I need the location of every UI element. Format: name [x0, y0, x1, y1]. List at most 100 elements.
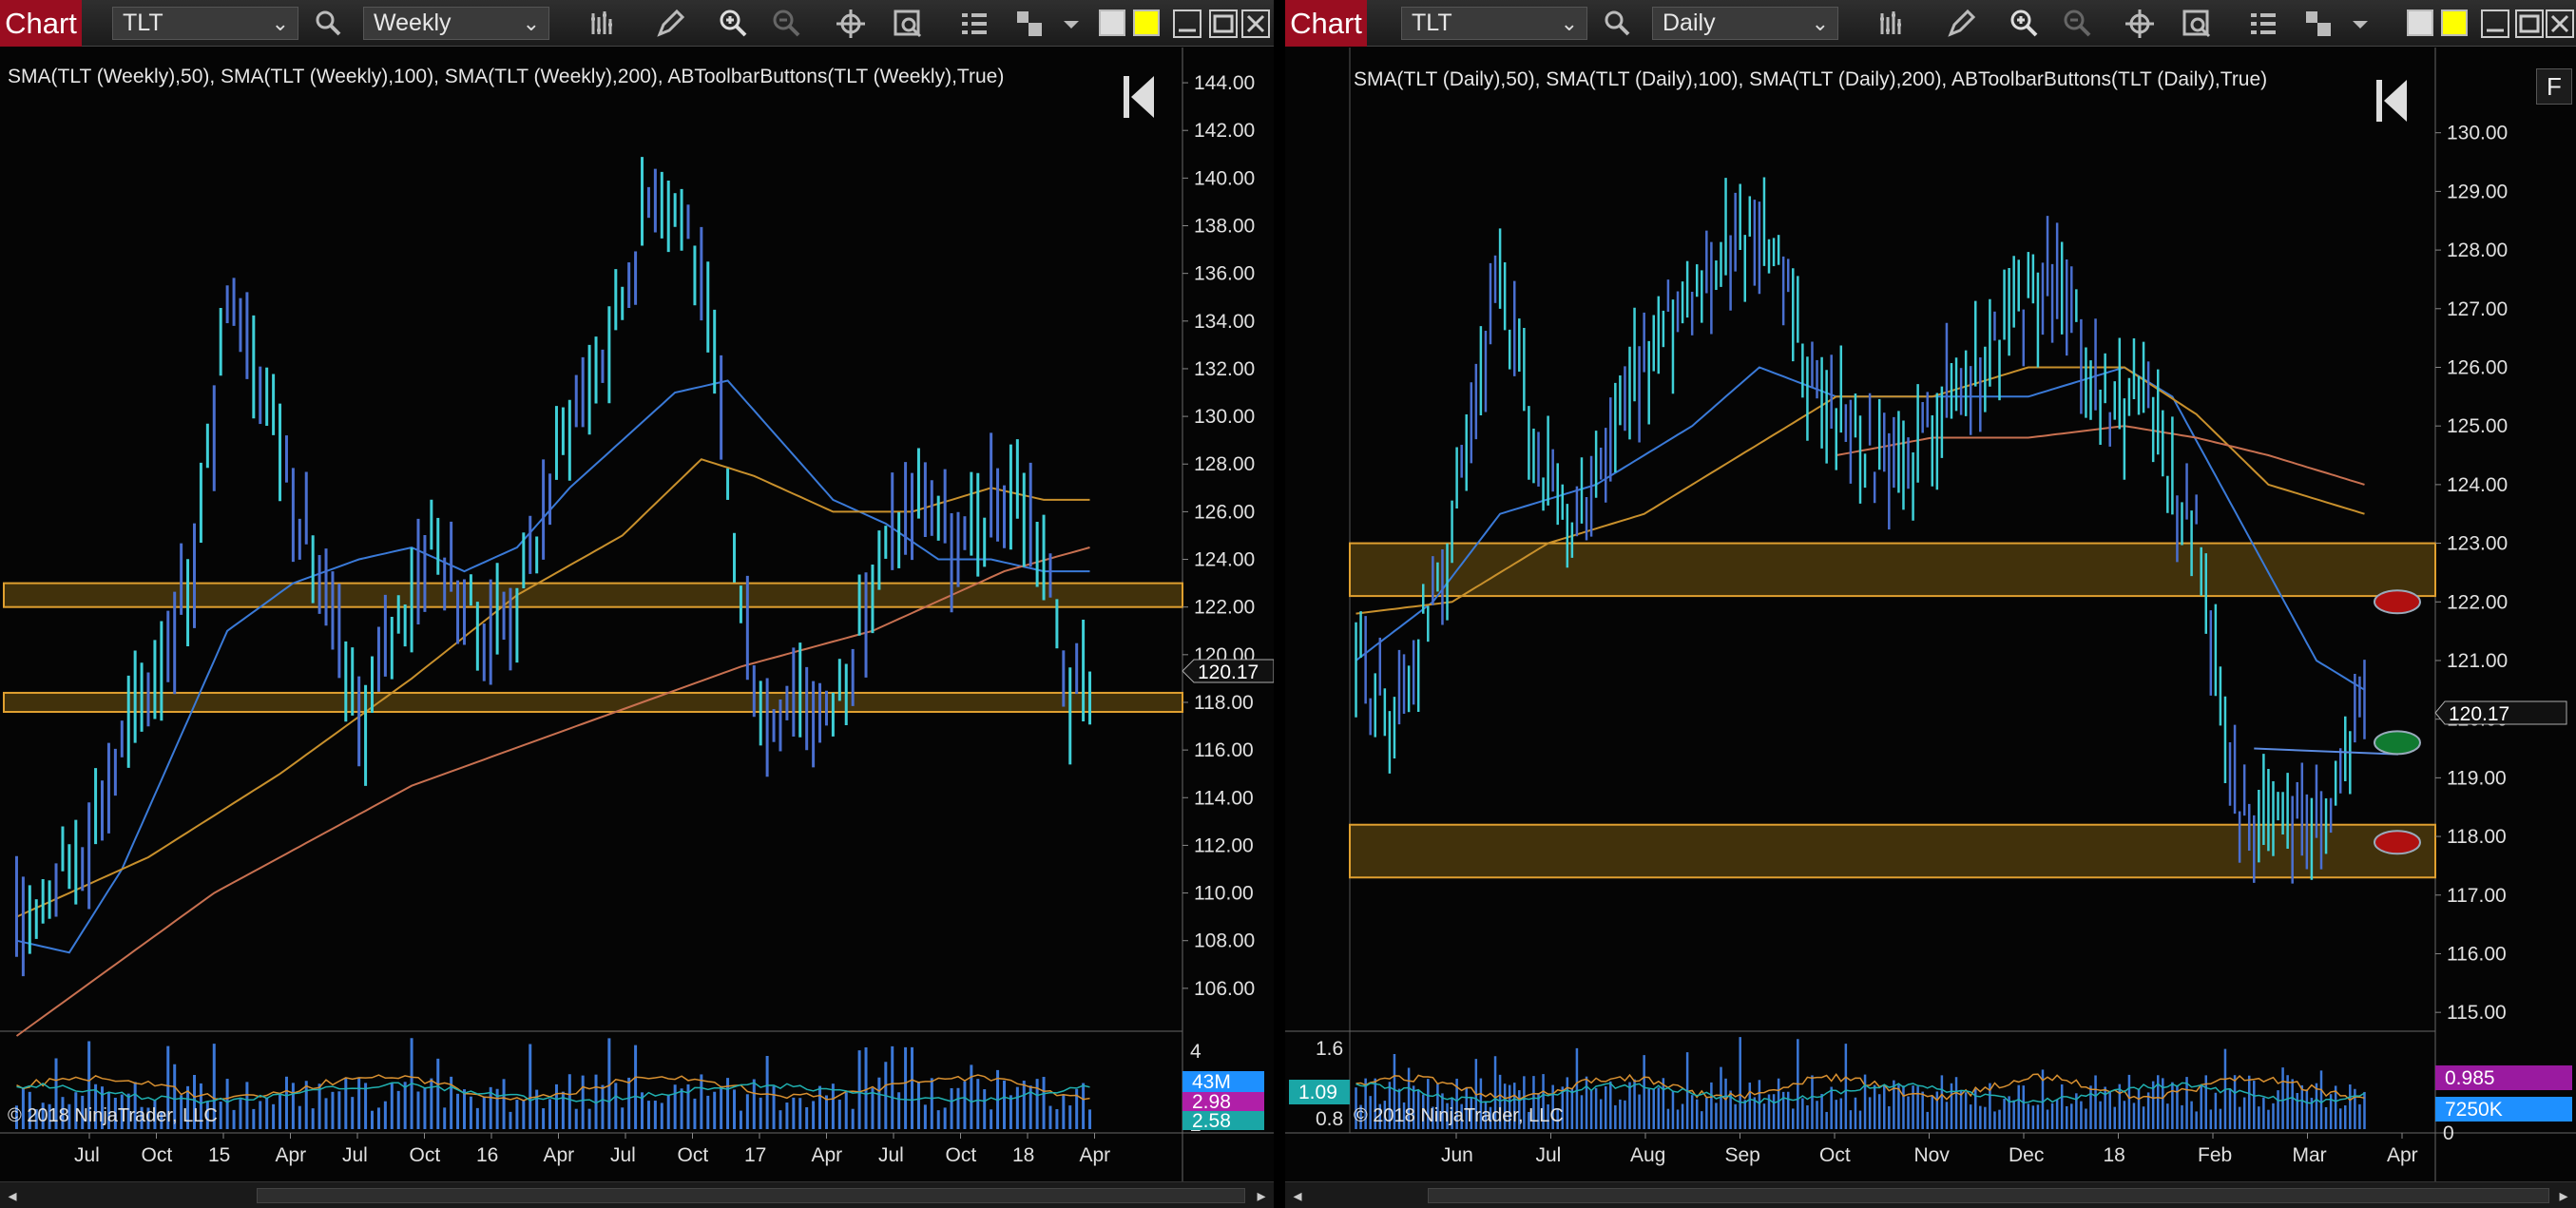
- y-tick-label: 116.00: [2447, 943, 2507, 965]
- x-tick-label: 17: [744, 1144, 766, 1166]
- chevron-down-icon: ⌄: [1560, 11, 1578, 35]
- x-tick-label: Feb: [2198, 1144, 2232, 1166]
- price-level-marker: [2374, 730, 2421, 756]
- support-resistance-zone: [1349, 542, 2436, 598]
- copyright-text: © 2018 NinjaTrader, LLC: [1354, 1105, 1564, 1126]
- properties-list-icon[interactable]: [2245, 6, 2281, 42]
- search-icon[interactable]: [310, 6, 346, 42]
- close-icon[interactable]: [2542, 6, 2576, 42]
- scrollbar-thumb[interactable]: [257, 1188, 1245, 1203]
- chart-toolbar: Chart TLT ⌄ Daily ⌄: [1285, 0, 2576, 47]
- horizontal-scrollbar[interactable]: ◂ ▸: [1285, 1181, 2576, 1208]
- instrument-value: TLT: [123, 10, 163, 36]
- minimize-icon[interactable]: [2477, 6, 2513, 42]
- bar-style-icon[interactable]: [1874, 6, 1911, 42]
- last-price-marker: 120.17: [1182, 659, 1274, 683]
- templates-icon[interactable]: [2300, 6, 2336, 42]
- x-tick-label: Jun: [1441, 1144, 1473, 1166]
- search-icon[interactable]: [1599, 6, 1635, 42]
- chart-title-label[interactable]: Chart: [0, 0, 82, 47]
- svg-text:1.09: 1.09: [1298, 1082, 1337, 1103]
- x-tick-label: Nov: [1914, 1144, 1951, 1166]
- x-tick-label: Oct: [1819, 1144, 1851, 1166]
- x-tick-label: Mar: [2293, 1144, 2327, 1166]
- maximize-icon[interactable]: [1205, 6, 1241, 42]
- y-tick-label: 136.00: [1194, 263, 1255, 285]
- x-tick-label: 16: [476, 1144, 498, 1166]
- chart-toolbar: Chart TLT ⌄ Weekly ⌄: [0, 0, 1274, 47]
- dropdown-arrow-icon[interactable]: [1053, 6, 1079, 42]
- x-tick-label: 18: [1012, 1144, 1034, 1166]
- interval-selector[interactable]: Daily ⌄: [1652, 7, 1838, 40]
- f-button[interactable]: F: [2536, 68, 2572, 105]
- interval-selector[interactable]: Weekly ⌄: [363, 7, 549, 40]
- x-tick-label: Jul: [610, 1144, 636, 1166]
- daily-chart-svg[interactable]: 130.00 129.00 128.00 127.00 126.00 125.00 124.…: [1285, 48, 2576, 1181]
- daily-chart-window: Chart TLT ⌄ Daily ⌄ 130.00 129.00 128.00…: [1285, 0, 2576, 1208]
- minimize-icon[interactable]: [1169, 6, 1205, 42]
- x-tick-label: Aug: [1630, 1144, 1665, 1166]
- color-swatch-white[interactable]: [1099, 10, 1125, 36]
- scroll-right-arrow-icon[interactable]: ▸: [2553, 1184, 2574, 1207]
- x-tick-label: Jul: [342, 1144, 368, 1166]
- y-tick-label: 117.00: [2447, 885, 2507, 907]
- x-tick-label: 15: [208, 1144, 230, 1166]
- y-tick-label: 124.00: [1194, 549, 1255, 571]
- weekly-price-chart[interactable]: 144.00 142.00 140.00 138.00 136.00 134.00 132.…: [0, 48, 1274, 1181]
- scroll-left-arrow-icon[interactable]: ◂: [2, 1184, 23, 1207]
- y-tick-label: 142.00: [1194, 120, 1255, 142]
- zoom-out-icon[interactable]: [768, 6, 804, 42]
- x-tick-label: Jul: [878, 1144, 904, 1166]
- instrument-selector[interactable]: TLT ⌄: [1401, 7, 1587, 40]
- properties-list-icon[interactable]: [956, 6, 992, 42]
- x-tick-label: Oct: [946, 1144, 977, 1166]
- svg-text:7250K: 7250K: [2445, 1099, 2503, 1121]
- color-swatch-yellow[interactable]: [1133, 10, 1160, 36]
- x-tick-label: Apr: [276, 1144, 307, 1166]
- draw-pencil-icon[interactable]: [1943, 6, 1979, 42]
- daily-price-chart[interactable]: 130.00 129.00 128.00 127.00 126.00 125.00 124.…: [1285, 48, 2576, 1181]
- svg-text:2.58: 2.58: [1192, 1110, 1231, 1132]
- bar-style-icon[interactable]: [586, 6, 622, 42]
- chevron-down-icon: ⌄: [1811, 11, 1829, 35]
- data-box-icon[interactable]: [2179, 6, 2215, 42]
- y-tick-label: 126.00: [1194, 501, 1255, 523]
- y-tick-label: 130.00: [1194, 406, 1255, 428]
- zoom-in-icon[interactable]: [2006, 6, 2042, 42]
- chart-title-label[interactable]: Chart: [1285, 0, 1367, 47]
- draw-pencil-icon[interactable]: [652, 6, 688, 42]
- x-tick-label: Oct: [142, 1144, 173, 1166]
- y-tick-label: 119.00: [2447, 767, 2507, 789]
- zoom-in-icon[interactable]: [715, 6, 751, 42]
- y-tick-label: 116.00: [1194, 739, 1254, 761]
- templates-icon[interactable]: [1011, 6, 1048, 42]
- y-tick-label: 138.00: [1194, 216, 1255, 238]
- y-tick-label: 121.00: [2447, 650, 2508, 672]
- close-icon[interactable]: [1238, 6, 1274, 42]
- y-tick-label: 110.00: [1194, 883, 1254, 905]
- scroll-left-arrow-icon[interactable]: ◂: [1287, 1184, 1308, 1207]
- indicator-list-text: SMA(TLT (Weekly),50), SMA(TLT (Weekly),1…: [8, 66, 1004, 87]
- color-swatch-yellow[interactable]: [2441, 10, 2468, 36]
- horizontal-scrollbar[interactable]: ◂ ▸: [0, 1181, 1274, 1208]
- svg-text:43M: 43M: [1192, 1071, 1231, 1093]
- dropdown-arrow-icon[interactable]: [2342, 6, 2368, 42]
- volume-badge: 2.58: [1182, 1110, 1264, 1132]
- x-tick-label: Jul: [1536, 1144, 1562, 1166]
- last-price-value: 120.17: [2449, 703, 2509, 725]
- y-tick-label: 129.00: [2447, 181, 2508, 202]
- color-swatch-white[interactable]: [2407, 10, 2433, 36]
- instrument-selector[interactable]: TLT ⌄: [112, 7, 298, 40]
- crosshair-icon[interactable]: [2122, 6, 2158, 42]
- crosshair-icon[interactable]: [833, 6, 869, 42]
- interval-value: Daily: [1663, 10, 1716, 36]
- y-tick-label: 126.00: [2447, 356, 2508, 378]
- zoom-out-icon[interactable]: [2059, 6, 2095, 42]
- data-box-icon[interactable]: [890, 6, 926, 42]
- x-tick-label: Dec: [2009, 1144, 2044, 1166]
- x-tick-label: Sep: [1725, 1144, 1760, 1166]
- y-tick-label: 114.00: [1194, 787, 1254, 809]
- scroll-right-arrow-icon[interactable]: ▸: [1251, 1184, 1272, 1207]
- weekly-chart-svg[interactable]: 144.00 142.00 140.00 138.00 136.00 134.00 132.…: [0, 48, 1274, 1181]
- scrollbar-thumb[interactable]: [1428, 1188, 2549, 1203]
